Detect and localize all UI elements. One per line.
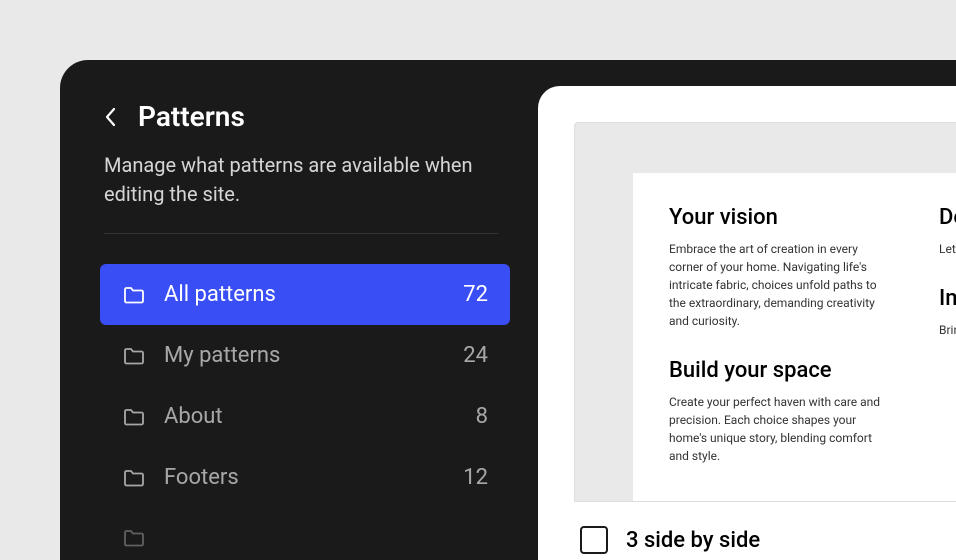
category-list: All patterns 72 My patterns 24 A	[100, 264, 538, 560]
folder-icon	[122, 344, 146, 368]
pattern-heading: Build your space	[669, 358, 891, 383]
pattern-body: Let yo space home	[939, 240, 956, 258]
sidebar: Patterns Manage what patterns are availa…	[60, 60, 538, 560]
pattern-heading: Your vision	[669, 205, 891, 230]
pattern-heading: De	[939, 205, 956, 230]
sidebar-item-count: 24	[463, 343, 488, 368]
pattern-block: Your vision Embrace the art of creation …	[669, 205, 891, 330]
sidebar-item-count: 12	[463, 465, 488, 490]
folder-icon	[122, 283, 146, 307]
sidebar-item-footers[interactable]: Footers 12	[100, 447, 510, 508]
pattern-card: Your vision Embrace the art of creation …	[633, 173, 956, 502]
sidebar-item-all-patterns[interactable]: All patterns 72	[100, 264, 510, 325]
divider	[104, 233, 498, 234]
page-title: Patterns	[138, 100, 245, 133]
sidebar-item-label: Footers	[164, 465, 445, 490]
chevron-left-icon[interactable]	[104, 107, 116, 127]
pattern-column: De Let yo space home Ima Bring desig ref…	[939, 205, 956, 502]
sidebar-item-label: My patterns	[164, 343, 445, 368]
sidebar-item-about[interactable]: About 8	[100, 386, 510, 447]
sidebar-item-my-patterns[interactable]: My patterns 24	[100, 325, 510, 386]
pattern-name-label: 3 side by side	[626, 528, 760, 553]
sidebar-item-partial[interactable]	[100, 508, 510, 560]
folder-icon	[122, 405, 146, 429]
preview-footer: 3 side by side	[574, 502, 956, 554]
pattern-body: Embrace the art of creation in every cor…	[669, 240, 891, 330]
pattern-column: Your vision Embrace the art of creation …	[669, 205, 891, 502]
pattern-block: Build your space Create your perfect hav…	[669, 358, 891, 465]
pattern-body: Create your perfect haven with care and …	[669, 393, 891, 465]
sidebar-item-label: About	[164, 404, 458, 429]
sidebar-item-label: All patterns	[164, 282, 445, 307]
pattern-heading: Ima	[939, 286, 956, 311]
preview-canvas: Your vision Embrace the art of creation …	[574, 122, 956, 502]
folder-icon	[122, 466, 146, 490]
preview-panel: Your vision Embrace the art of creation …	[538, 86, 956, 560]
sidebar-item-count: 72	[463, 282, 488, 307]
pattern-block: De Let yo space home	[939, 205, 956, 258]
pattern-body: Bring desig reflec	[939, 321, 956, 339]
sidebar-item-count: 8	[476, 404, 488, 429]
pattern-select-checkbox[interactable]	[580, 526, 608, 554]
sidebar-header: Patterns	[100, 100, 538, 133]
page-description: Manage what patterns are available when …	[100, 151, 538, 209]
app-window: Patterns Manage what patterns are availa…	[60, 60, 956, 560]
pattern-block: Ima Bring desig reflec	[939, 286, 956, 339]
folder-icon	[122, 526, 146, 550]
